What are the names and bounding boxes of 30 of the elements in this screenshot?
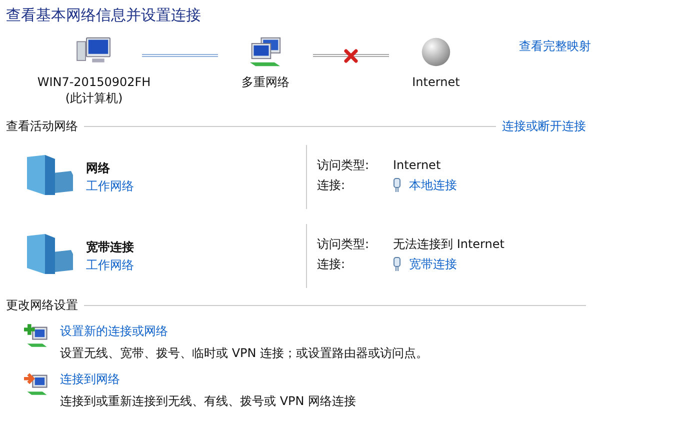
network-name: 宽带连接: [86, 239, 134, 256]
node-sublabel: (此计算机): [65, 90, 123, 106]
field-label: 访问类型:: [317, 236, 370, 253]
network-type-link[interactable]: 工作网络: [86, 258, 134, 272]
node-label: Internet: [412, 74, 460, 90]
section-heading: 更改网络设置: [6, 297, 78, 314]
connect-disconnect-link[interactable]: 连接或断开连接: [502, 118, 586, 135]
field-label: 连接:: [317, 256, 346, 273]
full-map-link[interactable]: 查看完整映射: [519, 38, 591, 55]
field-label: 访问类型:: [317, 157, 370, 174]
task-description: 连接到或重新连接到无线、有线、拨号或 VPN 网络连接: [60, 393, 356, 410]
page-title: 查看基本网络信息并设置连接: [6, 6, 202, 26]
network-name: 网络: [86, 160, 111, 177]
field-label: 连接:: [317, 177, 346, 194]
section-heading: 查看活动网络: [6, 118, 78, 135]
task-link[interactable]: 连接到网络: [60, 372, 120, 386]
error-x-icon: [342, 48, 359, 64]
task-link[interactable]: 设置新的连接或网络: [60, 324, 168, 338]
task-description: 设置无线、宽带、拨号、临时或 VPN 连接；或设置路由器或访问点。: [60, 345, 428, 362]
node-label: 多重网络: [241, 74, 290, 90]
node-label: WIN7-20150902FH: [37, 74, 151, 90]
access-type-value: 无法连接到 Internet: [393, 236, 504, 253]
connection-link[interactable]: 本地连接: [409, 175, 457, 195]
access-type-value: Internet: [393, 157, 441, 174]
plug-icon: [393, 257, 401, 271]
network-type-link[interactable]: 工作网络: [86, 179, 134, 193]
connection-link[interactable]: 宽带连接: [409, 254, 457, 274]
new-connection-icon: [24, 323, 50, 349]
plug-icon: [393, 178, 401, 192]
connect-network-icon: [24, 371, 50, 397]
